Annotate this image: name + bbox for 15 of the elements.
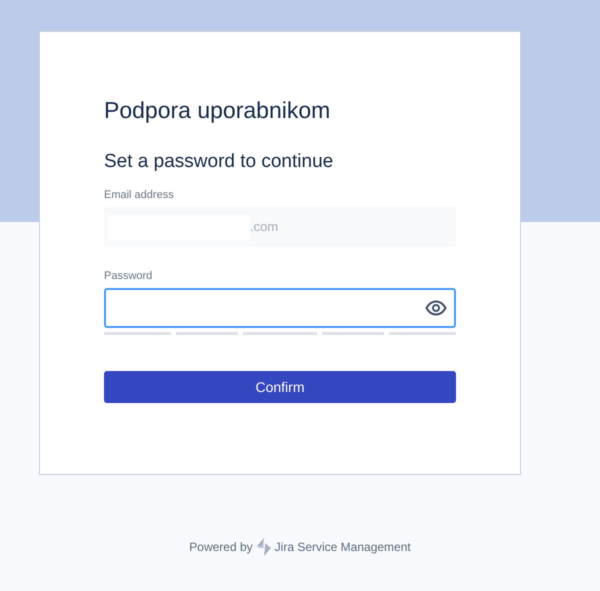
strength-segment: [104, 332, 171, 335]
strength-segment: [389, 332, 456, 335]
email-label: Email address: [104, 188, 174, 202]
strength-segment: [176, 332, 238, 335]
form-heading: Set a password to continue: [104, 152, 334, 172]
strength-segment: [322, 332, 384, 335]
password-field[interactable]: [104, 288, 456, 328]
product-name[interactable]: Jira Service Management: [274, 538, 411, 556]
page-title: Podpora uporabnikom: [104, 98, 332, 122]
powered-by-text: Powered by: [189, 539, 253, 556]
confirm-button[interactable]: Confirm: [104, 371, 456, 403]
password-label: Password: [104, 269, 152, 283]
eye-icon[interactable]: [425, 300, 447, 316]
lightning-icon: [256, 538, 272, 556]
email-value: .com: [250, 218, 278, 236]
